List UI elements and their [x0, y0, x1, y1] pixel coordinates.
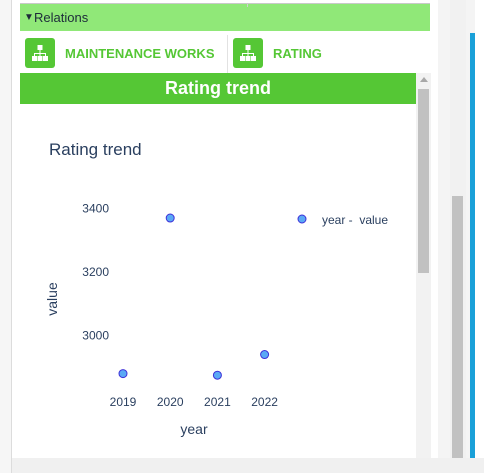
y-tick-label: 3200: [82, 265, 109, 279]
tab-label: RATING: [273, 46, 322, 61]
tab-maintenance-works[interactable]: MAINTENANCE WORKS: [25, 35, 225, 70]
scrollbar-thumb[interactable]: [452, 196, 463, 458]
x-tick-label: 2021: [204, 395, 231, 409]
data-point[interactable]: [118, 369, 128, 379]
scroll-up-arrow-icon[interactable]: [420, 77, 428, 82]
chart-scrollbar[interactable]: [416, 73, 431, 458]
relations-title: Relations: [34, 10, 89, 25]
divider: [247, 4, 248, 7]
x-tick-label: 2019: [110, 395, 137, 409]
legend-label: year - value: [322, 213, 388, 227]
chart-area: Rating trend value year 3000 3200 3400 201…: [20, 104, 416, 458]
y-tick-label: 3000: [82, 329, 109, 343]
bottom-strip: [12, 458, 484, 473]
x-axis-label: year: [180, 421, 208, 437]
page-scrollbar[interactable]: [450, 0, 466, 458]
legend-marker: [297, 214, 307, 224]
left-border: [0, 0, 12, 473]
tab-divider: [227, 35, 228, 73]
relations-bar[interactable]: ▼ Relations: [20, 3, 430, 31]
panel-title: Rating trend: [20, 73, 416, 104]
hierarchy-icon: [25, 38, 55, 68]
right-edge: [475, 0, 484, 473]
triangle-down-icon: ▼: [24, 12, 34, 23]
tab-label: MAINTENANCE WORKS: [65, 46, 215, 61]
data-point[interactable]: [165, 213, 175, 223]
rating-trend-chart: Rating trend value year 3000 3200 3400 201…: [44, 140, 388, 437]
data-point[interactable]: [260, 350, 270, 360]
x-tick-label: 2020: [157, 395, 184, 409]
x-tick-label: 2022: [251, 395, 278, 409]
hierarchy-icon: [233, 38, 263, 68]
tab-rating[interactable]: RATING: [233, 35, 423, 70]
chart-title: Rating trend: [49, 140, 142, 159]
scrollbar-thumb[interactable]: [418, 89, 429, 273]
y-tick-label: 3400: [82, 202, 109, 216]
y-axis-label: value: [44, 282, 60, 316]
data-point[interactable]: [212, 370, 222, 380]
